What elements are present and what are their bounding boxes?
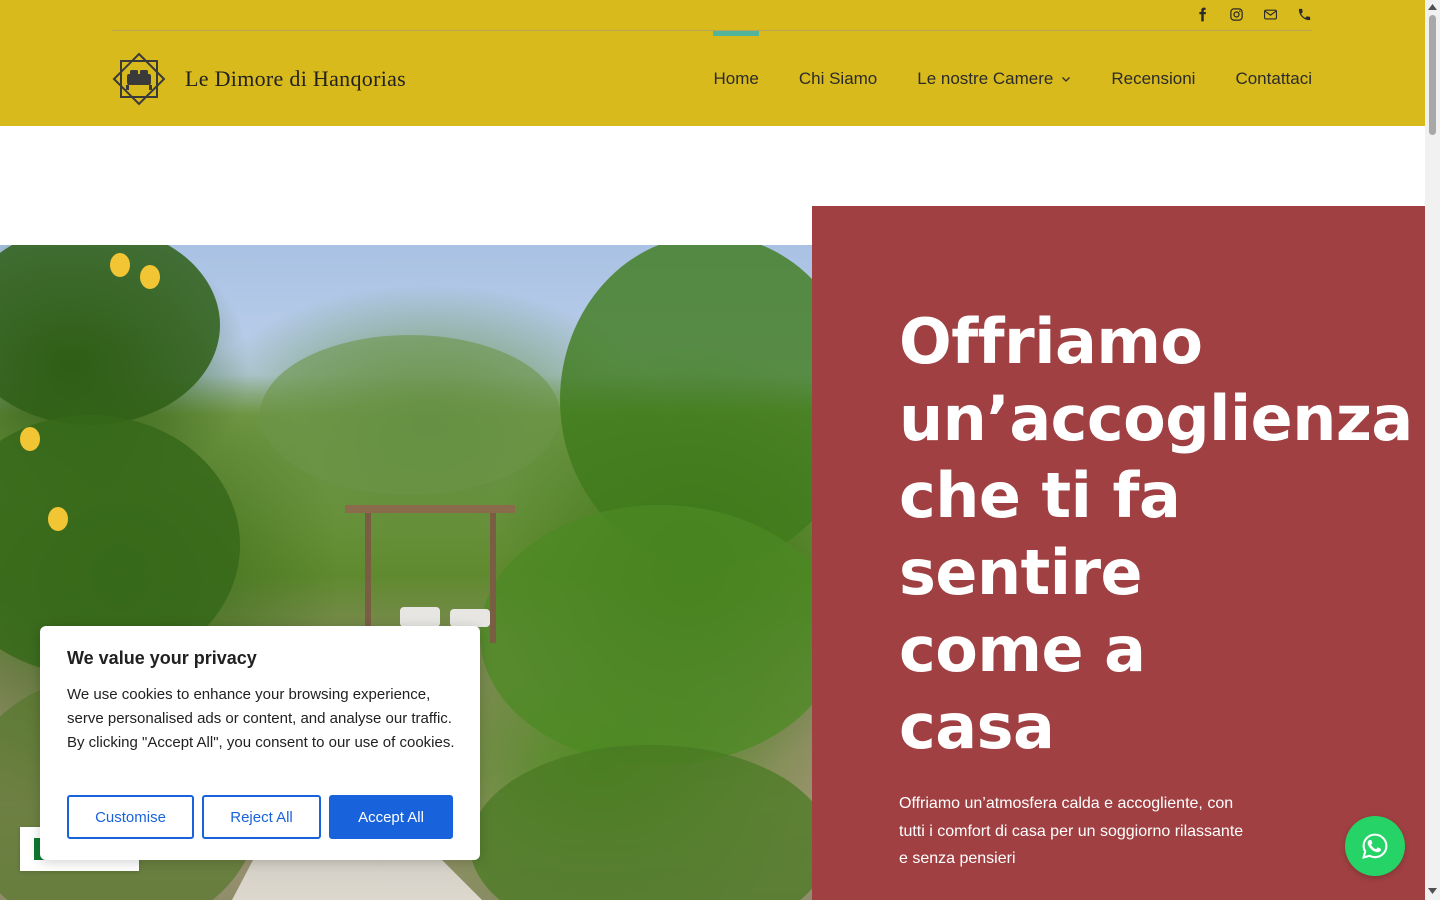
scroll-up-icon[interactable] xyxy=(1428,4,1437,10)
phone-icon[interactable] xyxy=(1296,4,1312,24)
mail-icon[interactable] xyxy=(1262,4,1278,24)
hero-panel: Offriamo un’accoglienza che ti fa sentir… xyxy=(812,206,1425,900)
hero-headline: Offriamo un’accoglienza che ti fa sentir… xyxy=(899,303,1413,765)
logo-bed-icon xyxy=(112,52,166,106)
logo-text: Le Dimore di Hanqorias xyxy=(185,66,407,91)
scroll-down-icon[interactable] xyxy=(1428,888,1437,894)
headline-line: Offriamo xyxy=(899,305,1203,378)
customise-button[interactable]: Customise xyxy=(67,795,194,839)
hero-subtext: Offriamo un’atmosfera calda e accoglient… xyxy=(899,795,1244,867)
facebook-icon[interactable] xyxy=(1194,4,1210,24)
nav-item-home[interactable]: Home xyxy=(713,31,760,126)
headline-line: un’accoglienza xyxy=(899,382,1413,455)
main-nav: Home Chi Siamo Le nostre Camere Recensio… xyxy=(713,31,1312,126)
reject-all-button[interactable]: Reject All xyxy=(202,795,321,839)
nav-item-camere[interactable]: Le nostre Camere xyxy=(917,31,1071,126)
accept-all-button[interactable]: Accept All xyxy=(329,795,453,839)
nav-item-recensioni[interactable]: Recensioni xyxy=(1111,31,1195,126)
cookie-consent-dialog: We value your privacy We use cookies to … xyxy=(40,626,480,860)
scroll-thumb[interactable] xyxy=(1429,15,1436,135)
cookie-title: We value your privacy xyxy=(67,648,257,668)
nav-item-camere-label: Le nostre Camere xyxy=(917,68,1054,88)
site-logo[interactable]: Le Dimore di Hanqorias xyxy=(112,52,406,106)
headline-line: come a xyxy=(899,613,1146,686)
headline-line: casa xyxy=(899,690,1055,763)
headline-line: che ti fa xyxy=(899,459,1181,532)
headline-line: sentire xyxy=(899,536,1143,609)
whatsapp-button[interactable] xyxy=(1345,816,1405,876)
chevron-down-icon xyxy=(1062,76,1071,82)
whatsapp-icon xyxy=(1362,833,1388,859)
nav-item-chi-siamo[interactable]: Chi Siamo xyxy=(799,31,877,126)
site-header: Le Dimore di Hanqorias Home Chi Siamo Le… xyxy=(0,0,1425,126)
pergola-graphic xyxy=(345,505,515,643)
cookie-text: We use cookies to enhance your browsing … xyxy=(67,686,455,751)
page-scrollbar[interactable] xyxy=(1425,0,1440,900)
header-topbar xyxy=(112,0,1312,31)
nav-item-contattaci[interactable]: Contattaci xyxy=(1235,31,1312,126)
instagram-icon[interactable] xyxy=(1228,4,1244,24)
social-links xyxy=(1194,4,1312,24)
